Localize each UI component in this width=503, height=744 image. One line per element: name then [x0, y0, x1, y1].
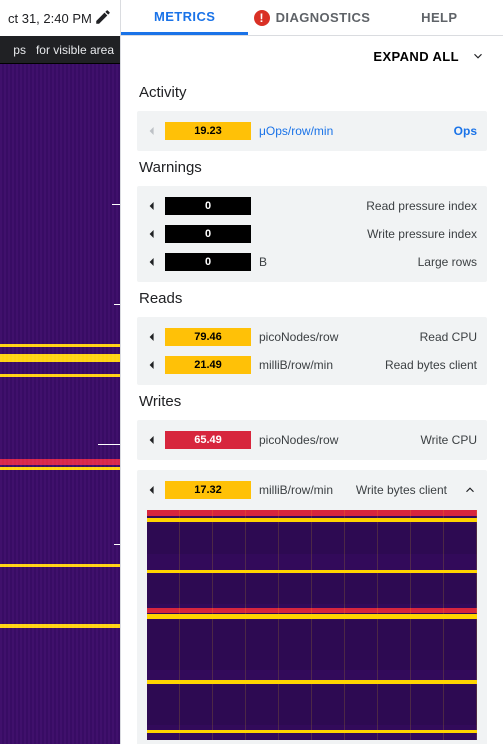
heatmap-grid	[147, 510, 477, 740]
tab-diagnostics-label: DIAGNOSTICS	[276, 10, 371, 25]
subbar-right-text: for visible area	[36, 43, 114, 57]
chevron-up-icon[interactable]	[463, 483, 477, 497]
metric-bar: 19.23	[165, 122, 251, 140]
metric-row[interactable]: 79.46 picoNodes/row Read CPU	[147, 323, 477, 351]
section-title-warnings: Warnings	[139, 159, 487, 176]
tab-help[interactable]: HELP	[376, 0, 503, 35]
axis-tick	[114, 304, 120, 305]
metric-label: Large rows	[418, 255, 477, 269]
right-panel: METRICS ! DIAGNOSTICS HELP EXPAND ALL Ac…	[120, 0, 503, 744]
section-warnings: 0 Read pressure index 0 Write pressure i…	[137, 186, 487, 282]
section-title-activity: Activity	[139, 84, 487, 101]
chevron-down-icon	[471, 49, 485, 63]
timestamp-label: ct 31, 2:40 PM	[8, 11, 92, 26]
left-panel: ct 31, 2:40 PM ps for visible area	[0, 0, 120, 744]
metric-bar: 17.32	[165, 481, 251, 499]
section-reads: 79.46 picoNodes/row Read CPU 21.49 milli…	[137, 317, 487, 385]
collapse-arrow-icon[interactable]	[147, 200, 157, 212]
tabs: METRICS ! DIAGNOSTICS HELP	[121, 0, 503, 36]
collapse-arrow-icon[interactable]	[147, 359, 157, 371]
metric-unit: milliB/row/min	[259, 358, 333, 372]
metric-row[interactable]: 21.49 milliB/row/min Read bytes client	[147, 351, 477, 379]
heatmap-left[interactable]	[0, 64, 120, 744]
section-title-writes: Writes	[139, 393, 487, 410]
metric-row[interactable]: 0 Write pressure index	[147, 220, 477, 248]
axis-tick	[112, 204, 120, 205]
metric-unit[interactable]: μOps/row/min	[259, 124, 333, 138]
metric-bar: 79.46	[165, 328, 251, 346]
collapse-arrow-icon[interactable]	[147, 256, 157, 268]
metric-label: Read CPU	[420, 330, 477, 344]
metric-unit: B	[259, 255, 267, 269]
left-topbar: ct 31, 2:40 PM	[0, 0, 120, 36]
metric-unit: milliB/row/min	[259, 483, 333, 497]
metric-bar: 0	[165, 197, 251, 215]
section-title-reads: Reads	[139, 290, 487, 307]
metric-row[interactable]: 0 Read pressure index	[147, 192, 477, 220]
section-activity: 19.23 μOps/row/min Ops	[137, 111, 487, 151]
metric-bar: 21.49	[165, 356, 251, 374]
metric-label: Write pressure index	[367, 227, 477, 241]
metrics-content: Activity 19.23 μOps/row/min Ops Warnings…	[121, 76, 503, 744]
tab-diagnostics[interactable]: ! DIAGNOSTICS	[248, 0, 375, 35]
alert-icon: !	[254, 10, 270, 26]
section-writes: 65.49 picoNodes/row Write CPU	[137, 420, 487, 460]
metric-unit: picoNodes/row	[259, 433, 338, 447]
metric-row[interactable]: 0 B Large rows	[147, 248, 477, 276]
metric-bar: 0	[165, 253, 251, 271]
subbar-left-text: ps	[13, 43, 26, 57]
expand-all-row[interactable]: EXPAND ALL	[121, 36, 503, 76]
axis-tick	[98, 444, 120, 445]
heatmap-texture	[0, 64, 120, 744]
metric-label: Write bytes client	[356, 483, 447, 497]
metric-unit: picoNodes/row	[259, 330, 338, 344]
metric-label: Read bytes client	[385, 358, 477, 372]
collapse-arrow-icon[interactable]	[147, 331, 157, 343]
section-writes-expanded: 17.32 milliB/row/min Write bytes client	[137, 470, 487, 744]
heatmap-inline[interactable]	[147, 510, 477, 740]
metric-bar: 65.49	[165, 431, 251, 449]
tab-metrics[interactable]: METRICS	[121, 0, 248, 35]
left-subbar: ps for visible area	[0, 36, 120, 64]
collapse-arrow-icon[interactable]	[147, 125, 157, 137]
metric-row[interactable]: 19.23 μOps/row/min Ops	[147, 117, 477, 145]
metric-label: Write CPU	[421, 433, 477, 447]
metric-label: Read pressure index	[366, 199, 477, 213]
edit-icon[interactable]	[94, 8, 112, 29]
metric-bar: 0	[165, 225, 251, 243]
metric-row[interactable]: 17.32 milliB/row/min Write bytes client	[147, 476, 477, 504]
collapse-arrow-icon[interactable]	[147, 484, 157, 496]
metric-row[interactable]: 65.49 picoNodes/row Write CPU	[147, 426, 477, 454]
expand-all-label: EXPAND ALL	[373, 49, 459, 64]
collapse-arrow-icon[interactable]	[147, 228, 157, 240]
axis-tick	[114, 544, 120, 545]
collapse-arrow-icon[interactable]	[147, 434, 157, 446]
metric-label[interactable]: Ops	[454, 124, 477, 138]
